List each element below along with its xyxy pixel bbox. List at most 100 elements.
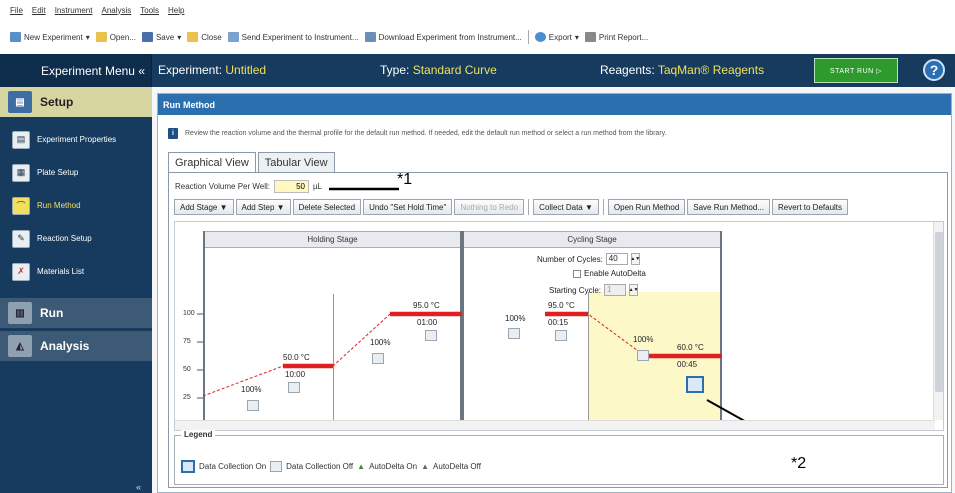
reaction-volume-unit: µL: [313, 182, 323, 191]
menu-tools[interactable]: Tools: [140, 6, 159, 15]
experiment-reagents: Reagents: TaqMan® Reagents: [600, 63, 765, 77]
step-1-temperature[interactable]: 50.0 °C: [283, 353, 310, 362]
setup-icon: ▤: [8, 91, 32, 113]
method-button-row: Add Stage ▼ Add Step ▼ Delete Selected U…: [174, 199, 849, 215]
menu-analysis[interactable]: Analysis: [101, 6, 131, 15]
add-step-button[interactable]: Add Step ▼: [235, 199, 291, 215]
help-icon[interactable]: ?: [923, 59, 945, 81]
autodelta-off-icon: ▲: [421, 462, 430, 471]
save-icon: [141, 32, 153, 42]
legend-data-off: Data Collection Off: [286, 462, 354, 471]
pipette-icon: ✎: [12, 229, 30, 248]
data-collection-off-icon[interactable]: [425, 330, 437, 341]
sidebar-item-run-method[interactable]: ⌒ Run Method: [0, 189, 152, 222]
legend-autodelta-on: AutoDelta On: [369, 462, 418, 471]
send-label: Send Experiment to Instrument...: [241, 32, 359, 42]
data-collection-off-icon[interactable]: [372, 353, 384, 364]
data-collection-off-icon: [270, 461, 283, 472]
sidebar-item-label: Run Method: [37, 201, 81, 210]
open-button[interactable]: Open...: [95, 32, 136, 42]
step-4-time[interactable]: 00:45: [677, 360, 697, 369]
sidebar-item-plate-setup[interactable]: ▦ Plate Setup: [0, 156, 152, 189]
experiment-menu-toggle[interactable]: Experiment Menu «: [0, 54, 152, 87]
reaction-volume-input[interactable]: [274, 180, 310, 193]
data-collection-off-icon[interactable]: [247, 400, 259, 411]
step-4-temperature[interactable]: 60.0 °C: [677, 343, 704, 352]
sidebar-item-label: Experiment Properties: [37, 135, 117, 144]
close-button[interactable]: Close: [187, 32, 222, 42]
download-label: Download Experiment from Instrument...: [378, 32, 522, 42]
folder-icon: [95, 32, 107, 42]
sidebar-item-experiment-properties[interactable]: ▤ Experiment Properties: [0, 123, 152, 156]
send-experiment-button[interactable]: Send Experiment to Instrument...: [227, 32, 359, 42]
sidebar-item-label: Plate Setup: [37, 168, 79, 177]
sidebar-setup[interactable]: ▤ Setup: [0, 87, 152, 117]
scrollbar-thumb[interactable]: [935, 232, 943, 392]
experiment-type: Type: Standard Curve: [380, 63, 497, 77]
toolbar: New Experiment ▾ Open... Save ▾ Close Se…: [0, 20, 955, 54]
menu-edit[interactable]: Edit: [32, 6, 46, 15]
collect-data-button[interactable]: Collect Data ▼: [533, 199, 599, 215]
open-run-method-button[interactable]: Open Run Method: [607, 199, 686, 215]
undo-button[interactable]: Undo "Set Hold Time": [363, 199, 453, 215]
step-3-time[interactable]: 00:15: [548, 318, 568, 327]
data-collection-off-icon[interactable]: [555, 330, 567, 341]
reaction-volume: Reaction Volume Per Well: µL: [175, 180, 322, 193]
thermal-profile-plot: 100 75 50 25 Holding Stage Cycling Stage: [174, 221, 944, 431]
main-content: Run Method i Review the reaction volume …: [152, 87, 955, 493]
plot-vertical-scrollbar[interactable]: [933, 222, 943, 420]
printer-icon: [584, 32, 596, 42]
plot-horizontal-scrollbar[interactable]: [175, 420, 935, 430]
data-collection-off-icon[interactable]: [288, 382, 300, 393]
start-run-button[interactable]: START RUN ▷: [814, 58, 898, 83]
sidebar-item-materials-list[interactable]: ✗ Materials List: [0, 255, 152, 288]
download-icon: [364, 32, 376, 42]
run-method-icon: ⌒: [12, 196, 30, 215]
menu-file[interactable]: File: [10, 6, 23, 15]
step-2-time[interactable]: 01:00: [417, 318, 437, 327]
close-label: Close: [201, 32, 222, 42]
tab-tabular-view[interactable]: Tabular View: [257, 152, 335, 172]
sidebar-analysis-label: Analysis: [40, 339, 90, 353]
callout1-arrow: [329, 187, 399, 191]
sidebar-analysis[interactable]: ◭ Analysis: [0, 331, 152, 361]
info-message: i Review the reaction volume and the the…: [168, 128, 667, 139]
step-3-temperature[interactable]: 95.0 °C: [548, 301, 575, 310]
setup-submenu: ▤ Experiment Properties ▦ Plate Setup ⌒ …: [0, 117, 152, 298]
print-report-button[interactable]: Print Report...: [584, 32, 648, 42]
sidebar-setup-label: Setup: [40, 95, 74, 109]
save-label: Save: [155, 32, 175, 42]
download-experiment-button[interactable]: Download Experiment from Instrument...: [364, 32, 522, 42]
reaction-volume-label: Reaction Volume Per Well:: [175, 182, 271, 191]
save-button[interactable]: Save ▾: [141, 32, 181, 42]
sidebar-run[interactable]: ▥ Run: [0, 298, 152, 328]
button-divider: [602, 199, 604, 215]
collapse-sidebar-icon[interactable]: «: [136, 482, 141, 492]
step-2-temperature[interactable]: 95.0 °C: [413, 301, 440, 310]
new-experiment-button[interactable]: New Experiment ▾: [10, 32, 90, 42]
save-run-method-button[interactable]: Save Run Method...: [687, 199, 770, 215]
add-stage-button[interactable]: Add Stage ▼: [174, 199, 234, 215]
export-button[interactable]: Export ▾: [534, 32, 579, 42]
new-experiment-icon: [10, 32, 21, 42]
step-1-time[interactable]: 10:00: [285, 370, 305, 379]
menu-help[interactable]: Help: [168, 6, 184, 15]
tab-graphical-view[interactable]: Graphical View: [168, 152, 256, 173]
autodelta-on-icon: ▲: [357, 462, 366, 471]
menu-bar: File Edit Instrument Analysis Tools Help: [0, 0, 955, 20]
callout-1: *1: [397, 171, 413, 188]
redo-button[interactable]: Nothing to Redo: [454, 199, 525, 215]
menu-instrument[interactable]: Instrument: [55, 6, 93, 15]
plate-icon: ▦: [12, 163, 30, 182]
data-collection-off-icon[interactable]: [637, 350, 649, 361]
data-collection-off-icon[interactable]: [508, 328, 520, 339]
send-icon: [227, 32, 239, 42]
experiment-name: Experiment: Untitled: [158, 63, 267, 77]
delete-selected-button[interactable]: Delete Selected: [292, 199, 362, 215]
button-divider: [528, 199, 530, 215]
open-label: Open...: [109, 32, 136, 42]
revert-to-defaults-button[interactable]: Revert to Defaults: [771, 199, 849, 215]
view-tabs: Graphical View Tabular View: [168, 152, 335, 173]
sidebar-item-reaction-setup[interactable]: ✎ Reaction Setup: [0, 222, 152, 255]
data-collection-on-icon[interactable]: [686, 376, 704, 393]
